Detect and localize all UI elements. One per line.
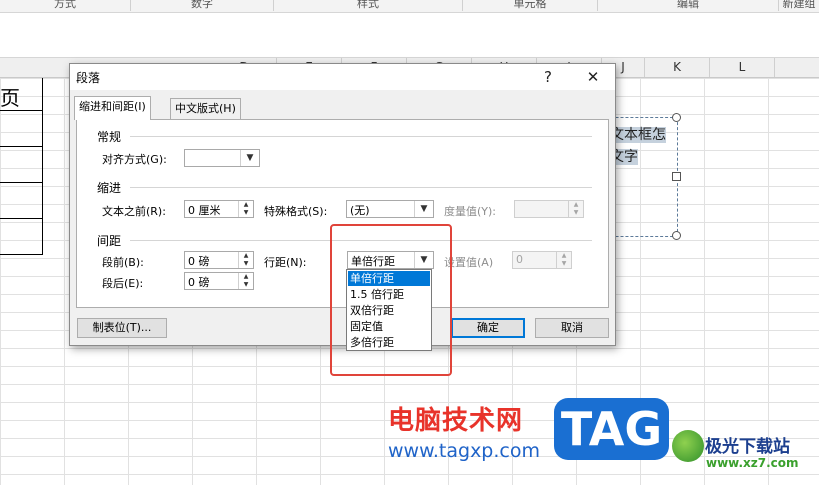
- section-indent: 缩进: [97, 181, 122, 195]
- table-border: [0, 182, 42, 183]
- table-border: [0, 254, 42, 255]
- space-before-label: 段前(B):: [102, 256, 144, 269]
- alignment-select[interactable]: ▼: [184, 149, 260, 167]
- dialog-title: 段落: [76, 71, 101, 85]
- measure-spinner[interactable]: ▲ ▼: [514, 200, 584, 218]
- spin-down-icon[interactable]: ▼: [569, 209, 583, 217]
- chevron-down-icon: ▼: [414, 201, 433, 217]
- section-general: 常规: [97, 130, 122, 144]
- watermark-logo-url: www.xz7.com: [706, 456, 799, 470]
- divider: [130, 136, 592, 137]
- space-before-spinner[interactable]: 0 磅 ▲ ▼: [184, 251, 254, 269]
- watermark-site-name: 电脑技术网: [388, 406, 524, 436]
- column-header[interactable]: K: [645, 58, 710, 77]
- special-format-label: 特殊格式(S):: [264, 205, 328, 218]
- column-header[interactable]: L: [710, 58, 775, 77]
- spin-up-icon[interactable]: ▲: [557, 252, 571, 260]
- spin-down-icon[interactable]: ▼: [239, 281, 253, 289]
- cell-text: 页: [0, 86, 20, 110]
- resize-handle[interactable]: [672, 231, 681, 240]
- spin-up-icon[interactable]: ▲: [239, 201, 253, 209]
- space-after-spinner[interactable]: 0 磅 ▲ ▼: [184, 272, 254, 290]
- spin-down-icon[interactable]: ▼: [239, 209, 253, 217]
- text-box-line: 文本框怎: [610, 127, 666, 143]
- before-text-spinner[interactable]: 0 厘米 ▲ ▼: [184, 200, 254, 218]
- special-format-select[interactable]: (无) ▼: [346, 200, 434, 218]
- cancel-button[interactable]: 取消: [535, 318, 609, 338]
- spinner-buttons: ▲ ▼: [238, 201, 253, 217]
- line-spacing-label: 行距(N):: [264, 256, 307, 269]
- before-text-value: 0 厘米: [188, 204, 221, 217]
- watermark-tag-logo: TAG: [554, 398, 669, 460]
- watermark-url: www.tagxp.com: [388, 440, 540, 462]
- ok-button[interactable]: 确定: [451, 318, 525, 338]
- space-after-value: 0 磅: [188, 276, 210, 289]
- spin-up-icon[interactable]: ▲: [239, 252, 253, 260]
- tab-stops-button[interactable]: 制表位(T)...: [77, 318, 167, 338]
- special-format-value: (无): [350, 204, 370, 217]
- text-box-content: 文本框怎 文字: [610, 124, 666, 168]
- spinner-buttons: ▲ ▼: [556, 252, 571, 268]
- space-after-label: 段后(E):: [102, 277, 144, 290]
- watermark-globe-icon: [672, 430, 704, 462]
- ribbon-group-styles: 样式: [274, 0, 463, 11]
- ribbon-group-alignment: 方式: [0, 0, 131, 11]
- formula-area: [0, 13, 819, 58]
- help-button[interactable]: ?: [536, 66, 560, 88]
- watermark-logo-text: 极光下载站: [705, 437, 790, 457]
- tab-asian-typography[interactable]: 中文版式(H): [170, 98, 241, 119]
- ribbon-group-labels: 方式 数字 样式 单元格 编辑 新建组: [0, 0, 819, 13]
- section-spacing: 间距: [97, 234, 122, 248]
- chevron-down-icon: ▼: [240, 150, 259, 166]
- dialog-titlebar[interactable]: 段落 ? ✕: [70, 64, 615, 90]
- divider: [130, 187, 592, 188]
- ribbon-group-number: 数字: [131, 0, 274, 11]
- set-value-spinner[interactable]: 0 ▲ ▼: [512, 251, 572, 269]
- tab-indents-spacing[interactable]: 缩进和间距(I): [74, 96, 151, 120]
- close-button[interactable]: ✕: [581, 66, 605, 88]
- spinner-buttons: ▲ ▼: [568, 201, 583, 217]
- resize-handle[interactable]: [672, 113, 681, 122]
- ribbon-group-cells: 单元格: [463, 0, 598, 11]
- spin-down-icon[interactable]: ▼: [557, 260, 571, 268]
- space-before-value: 0 磅: [188, 255, 210, 268]
- spin-up-icon[interactable]: ▲: [239, 273, 253, 281]
- alignment-label: 对齐方式(G):: [102, 153, 167, 166]
- ribbon-group-new: 新建组: [782, 0, 816, 10]
- spin-down-icon[interactable]: ▼: [239, 260, 253, 268]
- set-value: 0: [516, 253, 523, 266]
- spinner-buttons: ▲ ▼: [238, 252, 253, 268]
- spinner-buttons: ▲ ▼: [238, 273, 253, 289]
- table-border: [0, 218, 42, 219]
- highlight-annotation: [330, 224, 452, 376]
- ribbon-group-editing: 编辑: [598, 0, 779, 11]
- table-border: [0, 146, 42, 147]
- measure-label: 度量值(Y):: [444, 205, 497, 218]
- resize-handle[interactable]: [672, 172, 681, 181]
- spin-up-icon[interactable]: ▲: [569, 201, 583, 209]
- before-text-label: 文本之前(R):: [102, 205, 166, 218]
